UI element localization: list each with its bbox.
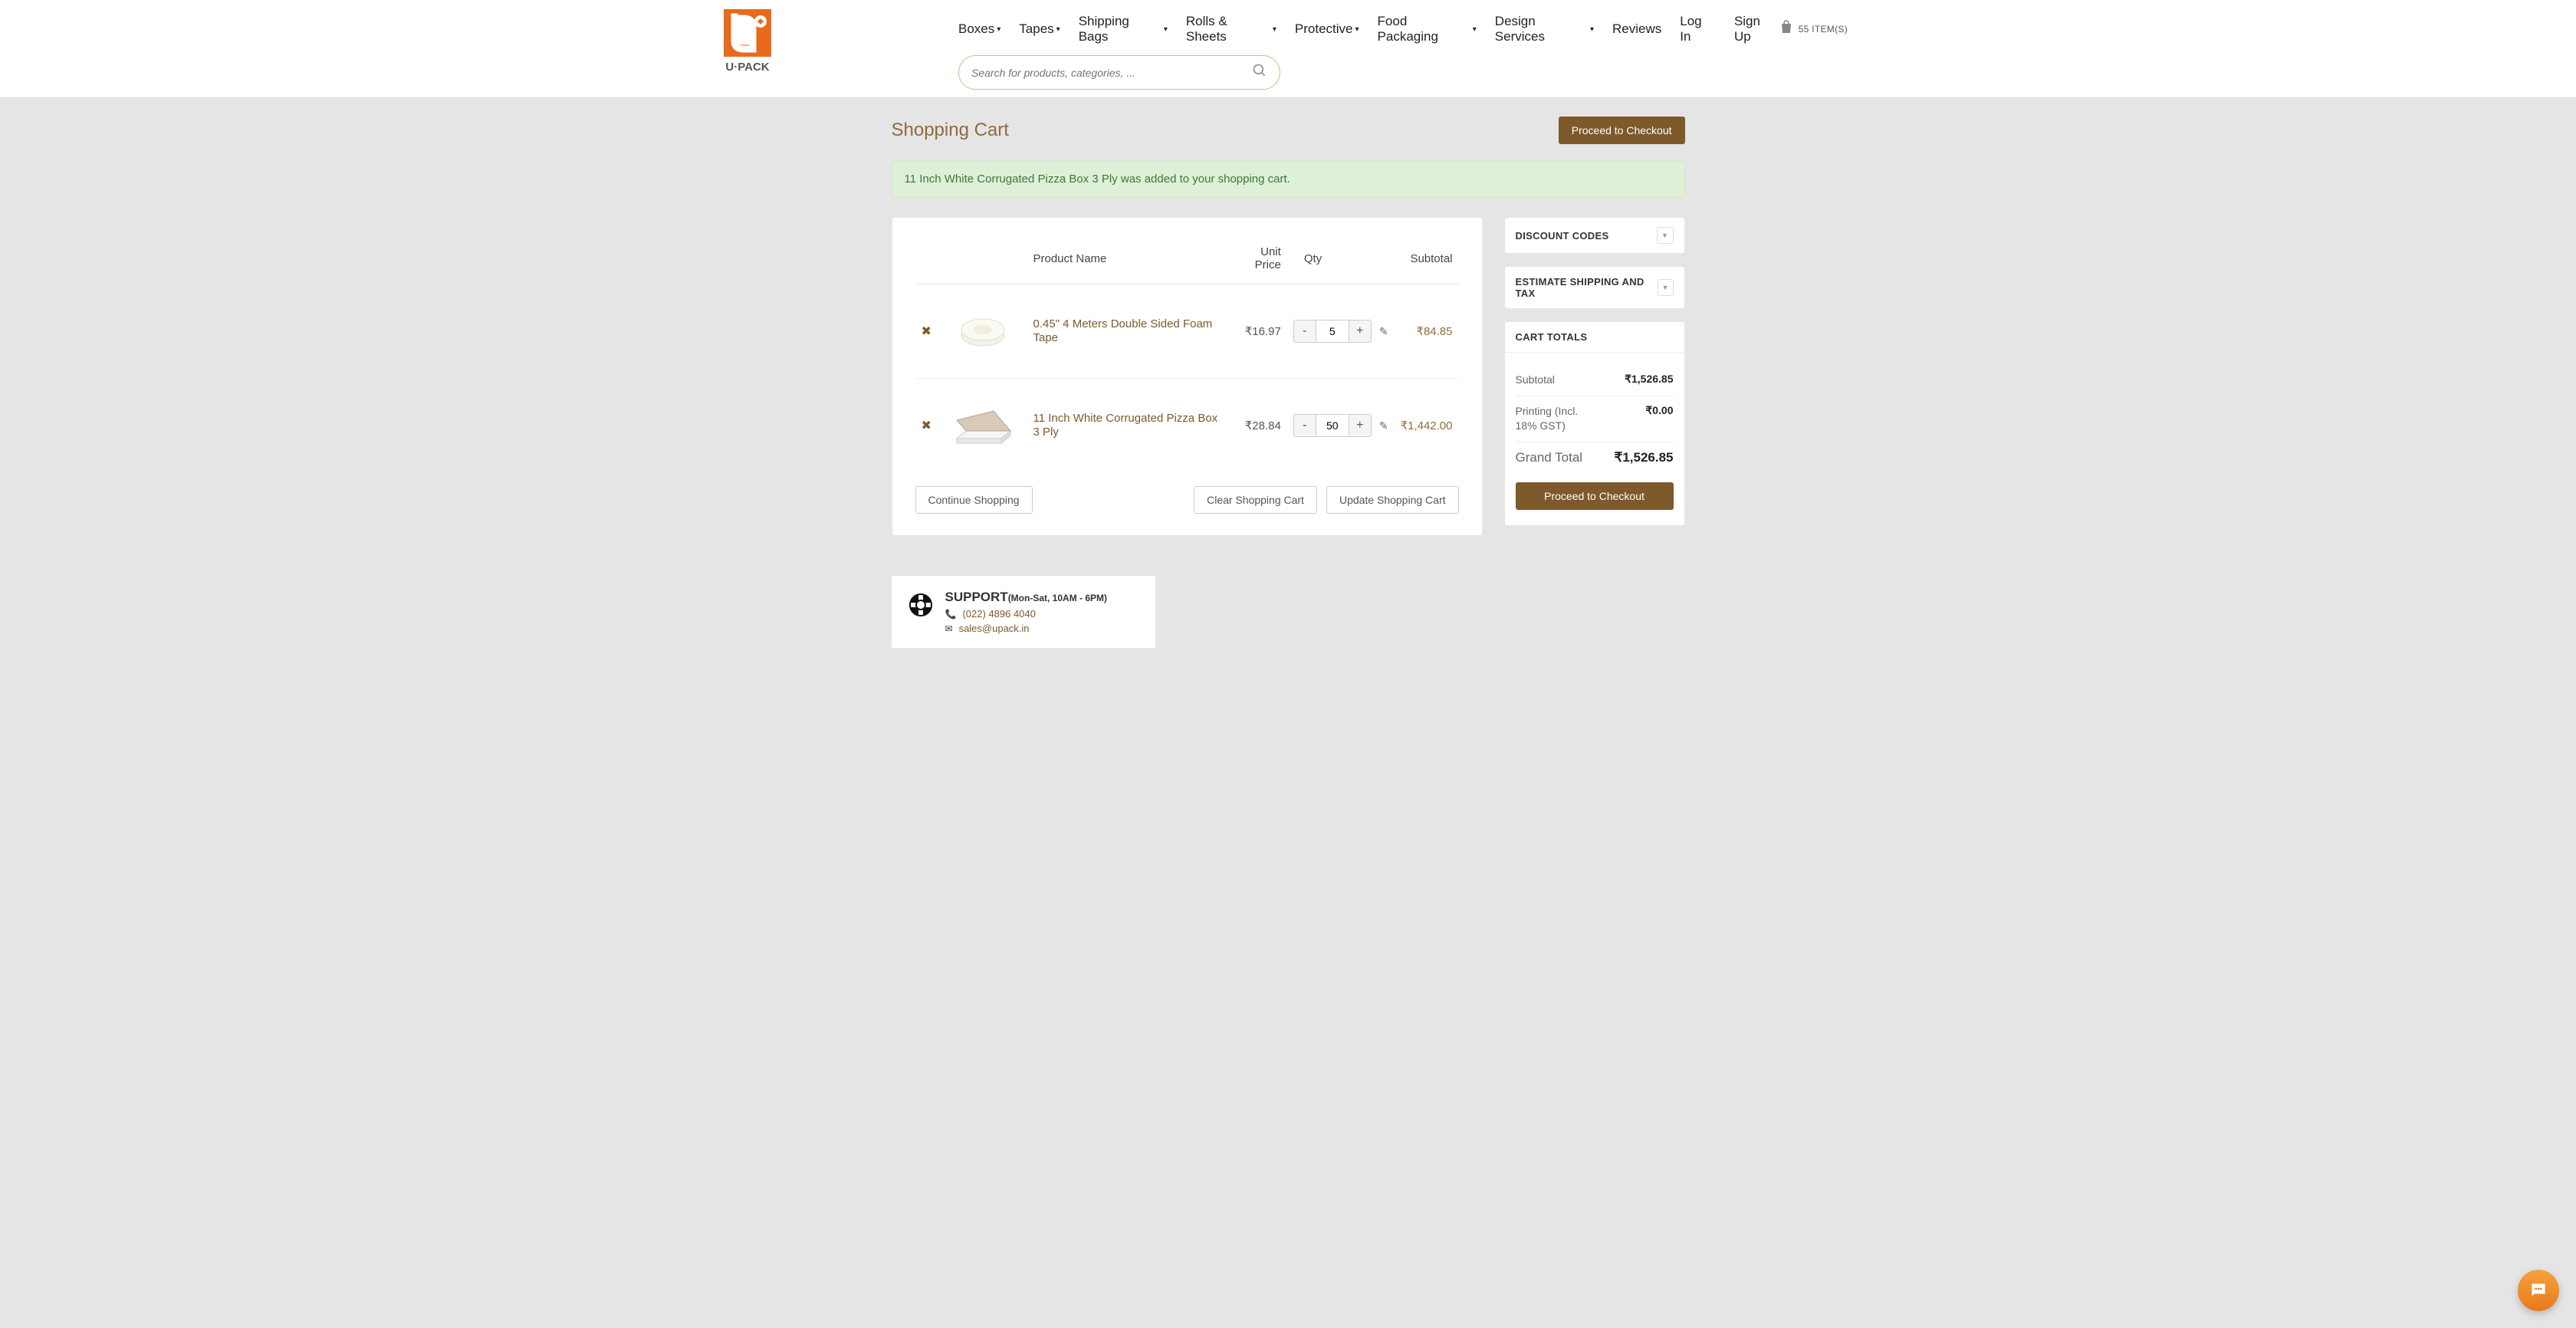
edit-icon[interactable]: ✎ xyxy=(1379,419,1388,432)
cart-table: Product Name Unit Price Qty Subtotal ✖ xyxy=(915,236,1459,472)
panel-toggle[interactable]: ▼ xyxy=(1657,227,1674,244)
remove-item-button[interactable]: ✖ xyxy=(922,325,932,338)
grand-total-label: Grand Total xyxy=(1516,450,1583,465)
support-hours: (Mon-Sat, 10AM - 6PM) xyxy=(1008,593,1107,603)
remove-item-button[interactable]: ✖ xyxy=(922,419,932,432)
qty-input[interactable] xyxy=(1316,415,1349,436)
search-icon[interactable] xyxy=(1252,63,1267,82)
product-name-link[interactable]: 11 Inch White Corrugated Pizza Box 3 Ply xyxy=(1033,412,1218,439)
main-nav: Boxes▾ Tapes▾ Shipping Bags▾ Rolls & She… xyxy=(958,8,1780,44)
grand-total-value: ₹1,526.85 xyxy=(1615,450,1674,465)
th-product: Product Name xyxy=(1027,236,1227,284)
nav-protective[interactable]: Protective▾ xyxy=(1295,21,1359,37)
nav-design-services[interactable]: Design Services▾ xyxy=(1495,14,1594,44)
chevron-down-icon: ▾ xyxy=(1355,25,1359,34)
search-box xyxy=(958,55,1280,90)
chevron-down-icon: ▾ xyxy=(1473,25,1477,34)
bag-icon xyxy=(1780,20,1792,38)
nav-shipping-bags[interactable]: Shipping Bags▾ xyxy=(1079,14,1168,44)
qty-decrement-button[interactable]: - xyxy=(1294,320,1316,342)
chat-icon xyxy=(2528,1280,2548,1300)
printing-value: ₹0.00 xyxy=(1645,404,1673,434)
th-subtotal: Subtotal xyxy=(1395,236,1459,284)
success-alert: 11 Inch White Corrugated Pizza Box 3 Ply… xyxy=(892,161,1685,197)
nav-rolls-sheets[interactable]: Rolls & Sheets▾ xyxy=(1186,14,1276,44)
nav-food-packaging[interactable]: Food Packaging▾ xyxy=(1378,14,1477,44)
nav-signup[interactable]: Sign Up xyxy=(1734,14,1780,44)
nav-reviews[interactable]: Reviews xyxy=(1612,21,1661,37)
nav-tapes[interactable]: Tapes▾ xyxy=(1019,21,1060,37)
th-qty: Qty xyxy=(1287,236,1395,284)
svg-text:U·PACK: U·PACK xyxy=(725,61,769,74)
cart-count: 55 ITEM(S) xyxy=(1799,24,1848,35)
shipping-panel: ESTIMATE SHIPPING AND TAX ▼ xyxy=(1504,266,1685,309)
row-subtotal: ₹84.85 xyxy=(1395,284,1459,379)
phone-icon: 📞 xyxy=(945,609,957,620)
th-unit-price: Unit Price xyxy=(1227,236,1287,284)
continue-shopping-button[interactable]: Continue Shopping xyxy=(915,486,1033,514)
support-title: SUPPORT xyxy=(945,590,1008,604)
chevron-down-icon: ▾ xyxy=(1590,25,1594,34)
qty-control: - + xyxy=(1293,320,1372,343)
search-input[interactable] xyxy=(971,67,1252,79)
proceed-checkout-side-button[interactable]: Proceed to Checkout xyxy=(1516,482,1674,510)
cart-badge[interactable]: 55 ITEM(S) xyxy=(1780,8,1855,38)
qty-input[interactable] xyxy=(1316,320,1349,342)
qty-decrement-button[interactable]: - xyxy=(1294,415,1316,436)
chat-fab[interactable] xyxy=(2518,1270,2559,1311)
unit-price: ₹28.84 xyxy=(1227,379,1287,473)
product-image[interactable] xyxy=(949,304,1017,358)
totals-panel-title: CART TOTALS xyxy=(1516,331,1588,343)
nav-login[interactable]: Log In xyxy=(1680,14,1716,44)
qty-increment-button[interactable]: + xyxy=(1349,320,1371,342)
edit-icon[interactable]: ✎ xyxy=(1379,325,1388,338)
qty-increment-button[interactable]: + xyxy=(1349,415,1371,436)
clear-cart-button[interactable]: Clear Shopping Cart xyxy=(1194,486,1317,514)
table-row: ✖ 0.45" 4 Meters Double Sided Foam Tape … xyxy=(915,284,1459,379)
support-email[interactable]: ✉sales@upack.in xyxy=(945,623,1108,634)
chevron-down-icon: ▾ xyxy=(1056,25,1060,34)
discount-panel-title: DISCOUNT CODES xyxy=(1516,230,1609,242)
page-title: Shopping Cart xyxy=(892,120,1009,141)
mail-icon: ✉ xyxy=(945,623,953,634)
panel-toggle[interactable]: ▼ xyxy=(1658,279,1674,296)
proceed-checkout-top-button[interactable]: Proceed to Checkout xyxy=(1559,117,1685,144)
header: U·PACK Boxes▾ Tapes▾ Shipping Bags▾ Roll… xyxy=(0,0,2576,98)
printing-label: Printing (Incl. 18% GST) xyxy=(1516,404,1592,434)
qty-control: - + xyxy=(1293,414,1372,437)
lifebuoy-icon xyxy=(909,593,933,617)
discount-panel: DISCOUNT CODES ▼ xyxy=(1504,217,1685,254)
product-image[interactable] xyxy=(949,399,1017,452)
chevron-down-icon: ▾ xyxy=(1164,25,1168,34)
table-row: ✖ 11 Inch White Corrugated Pizza Box 3 P… xyxy=(915,379,1459,473)
shipping-panel-title: ESTIMATE SHIPPING AND TAX xyxy=(1516,276,1658,299)
nav-boxes[interactable]: Boxes▾ xyxy=(958,21,1001,37)
subtotal-label: Subtotal xyxy=(1516,373,1555,388)
update-cart-button[interactable]: Update Shopping Cart xyxy=(1326,486,1459,514)
cart-card: Product Name Unit Price Qty Subtotal ✖ xyxy=(892,217,1483,536)
totals-panel: CART TOTALS Subtotal ₹1,526.85 Printing … xyxy=(1504,321,1685,526)
product-name-link[interactable]: 0.45" 4 Meters Double Sided Foam Tape xyxy=(1033,317,1213,344)
support-card: SUPPORT(Mon-Sat, 10AM - 6PM) 📞(022) 4896… xyxy=(892,576,1155,648)
chevron-down-icon: ▾ xyxy=(1273,25,1276,34)
logo[interactable]: U·PACK xyxy=(721,8,774,74)
chevron-down-icon: ▾ xyxy=(997,25,1001,34)
row-subtotal: ₹1,442.00 xyxy=(1395,379,1459,473)
unit-price: ₹16.97 xyxy=(1227,284,1287,379)
support-phone[interactable]: 📞(022) 4896 4040 xyxy=(945,608,1108,620)
subtotal-value: ₹1,526.85 xyxy=(1625,373,1673,388)
